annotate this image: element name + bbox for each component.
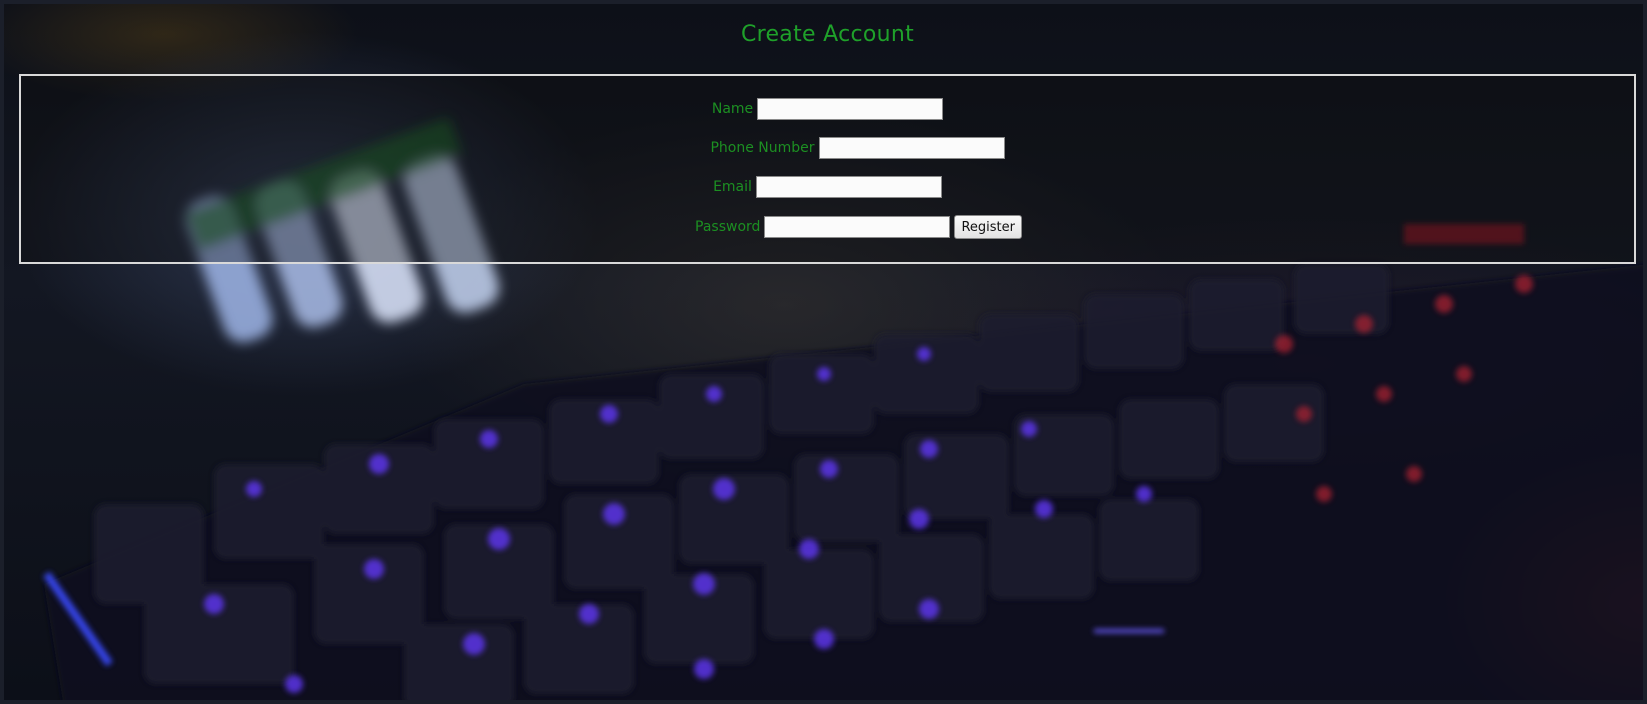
password-input[interactable] <box>764 216 951 238</box>
name-label: Name <box>711 101 754 117</box>
password-label: Password <box>695 219 761 235</box>
form-row-name: Name <box>21 98 1634 122</box>
browser-viewport: Create Account Name Phone Number Email P… <box>0 0 1647 704</box>
phone-number-label: Phone Number <box>710 140 815 156</box>
email-input[interactable] <box>755 176 942 198</box>
registration-form: Name Phone Number Email Password Register <box>19 74 1636 264</box>
register-button[interactable]: Register <box>954 215 1022 239</box>
phone-number-input[interactable] <box>818 137 1005 159</box>
email-label: Email <box>713 179 752 195</box>
form-row-phone: Phone Number <box>21 137 1634 161</box>
form-row-email: Email <box>21 176 1634 200</box>
form-row-password: Password Register <box>21 215 1634 239</box>
page-title: Create Account <box>740 22 915 47</box>
name-input[interactable] <box>757 98 944 120</box>
